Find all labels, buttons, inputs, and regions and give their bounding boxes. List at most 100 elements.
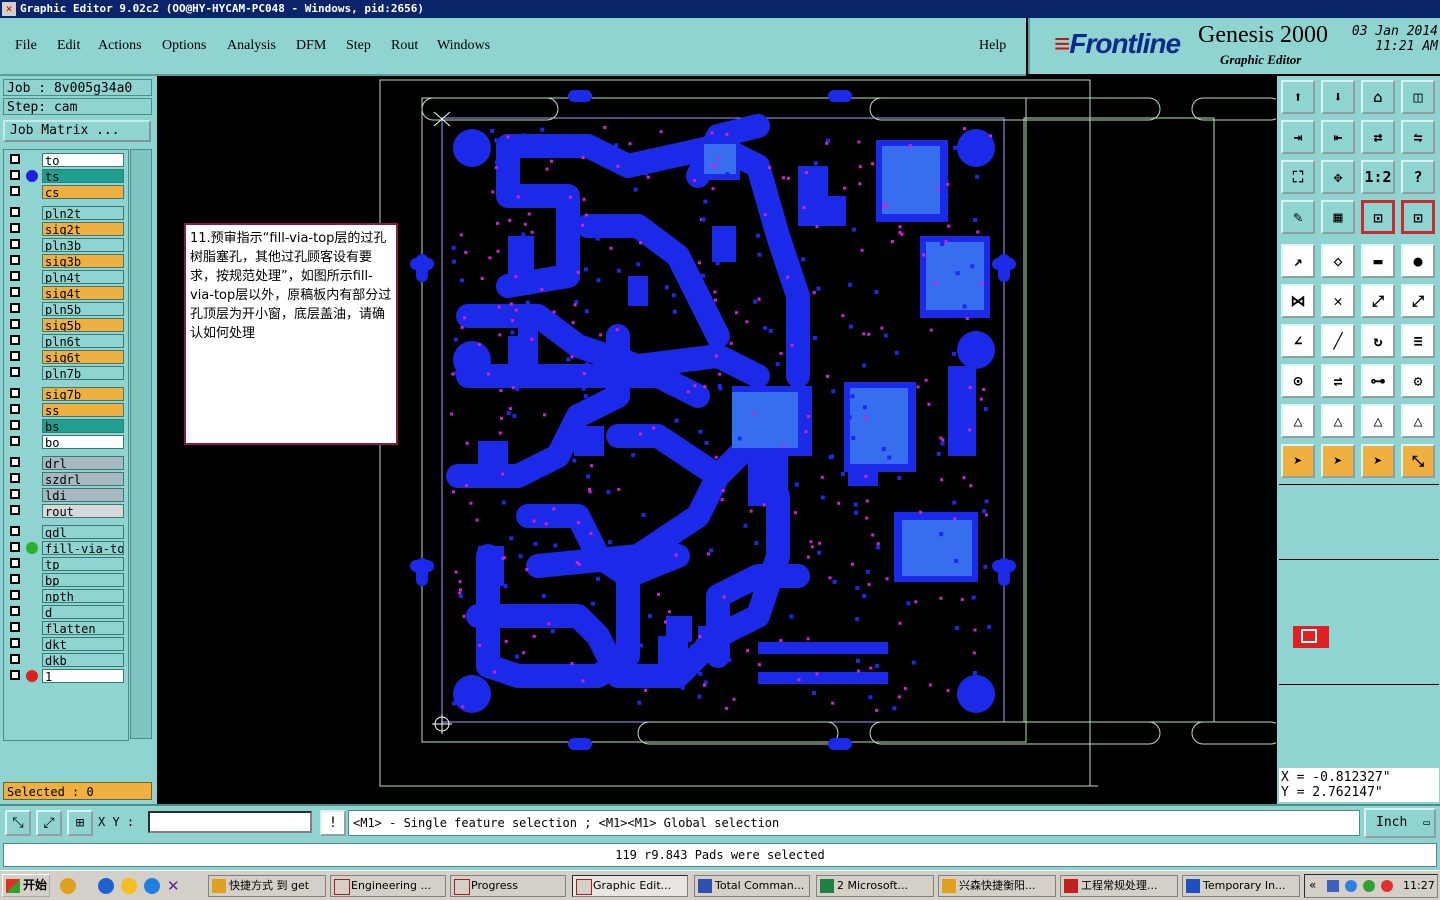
layer-name[interactable]: sig2t [42,222,124,236]
layer-name[interactable]: sig3b [42,254,124,268]
quicklaunch-icon-3[interactable] [121,878,137,894]
warning-icon[interactable]: ! [320,810,346,836]
layer-affected-checkbox[interactable] [10,239,20,249]
layer-row[interactable]: rout [6,504,126,518]
layer-affected-checkbox[interactable] [10,622,20,632]
layer-affected-checkbox[interactable] [10,271,20,281]
panel-icon[interactable]: ◫ [1401,80,1435,114]
layer-affected-checkbox[interactable] [10,654,20,664]
arrow-select-icon[interactable]: ➤ [1281,444,1315,478]
dot-icon[interactable]: ● [1401,244,1435,278]
menu-edit[interactable]: Edit [57,38,80,54]
mirror-icon[interactable]: ⇋ [1401,120,1435,154]
task-engineering[interactable]: Engineering ... [330,875,446,897]
layer-affected-checkbox[interactable] [10,367,20,377]
layer-name[interactable]: pln7b [42,366,124,380]
task-microsoft[interactable]: 2 Microsoft... [816,875,934,897]
layer-name[interactable]: szdrl [42,472,124,486]
fit-screen-icon[interactable]: ⛶ [1281,160,1315,194]
quicklaunch-icon-1[interactable] [60,878,76,894]
layer-name[interactable]: dkt [42,637,124,651]
layer-row[interactable]: pln7b [6,366,126,380]
menu-windows[interactable]: Windows [437,38,490,54]
layer-row[interactable]: szdrl [6,472,126,486]
menu-file[interactable]: File [15,38,37,54]
xy-input[interactable] [148,811,312,833]
task-shortcut[interactable]: 快捷方式 到 get [208,875,326,897]
grid-icon[interactable]: ▦ [1321,200,1355,234]
layer-row[interactable]: dkb [6,653,126,667]
shape-icon[interactable]: ◇ [1321,244,1355,278]
menu-rout[interactable]: Rout [391,38,418,54]
layer-affected-checkbox[interactable] [10,186,20,196]
menu-analysis[interactable]: Analysis [227,38,276,54]
route-icon[interactable]: ⤢ [1361,284,1395,318]
layer-name[interactable]: gdl [42,525,124,539]
triangle-icon[interactable]: △ [1281,404,1315,438]
layer-row[interactable]: ts [6,169,126,183]
quicklaunch-icon-4[interactable] [144,878,160,894]
layer-affected-checkbox[interactable] [10,505,20,515]
scale-icon[interactable]: 1:2 [1361,160,1395,194]
layer-affected-checkbox[interactable] [10,670,20,680]
zoom-fit-button[interactable]: ⤡ [5,810,31,836]
layer-row[interactable]: fill-via-top [6,541,126,555]
layer-affected-checkbox[interactable] [10,255,20,265]
layer-affected-checkbox[interactable] [10,436,20,446]
layer-display-dot[interactable] [26,542,38,554]
layer-name[interactable]: pln2t [42,206,124,220]
layer-row[interactable]: sig5b [6,318,126,332]
job-matrix-button[interactable]: Job Matrix ... [3,120,151,142]
layer-name[interactable]: npth [42,589,124,603]
layer-affected-checkbox[interactable] [10,154,20,164]
layer-name[interactable]: fill-via-top [42,541,124,555]
layer-row[interactable]: d [6,605,126,619]
layer-row[interactable]: 1 [6,669,126,683]
layer-affected-checkbox[interactable] [10,542,20,552]
task-temporary[interactable]: Temporary In... [1182,875,1300,897]
tray-network-icon[interactable] [1327,880,1339,892]
layer-affected-checkbox[interactable] [10,170,20,180]
layer-row[interactable]: pln6t [6,334,126,348]
start-button[interactable]: 开始 [2,874,50,897]
triangle-red-icon[interactable]: △ [1361,404,1395,438]
layer-row[interactable]: drl [6,456,126,470]
menu-options[interactable]: Options [162,38,206,54]
layer-affected-checkbox[interactable] [10,207,20,217]
menu-step[interactable]: Step [346,38,371,54]
layer-affected-checkbox[interactable] [10,319,20,329]
layer-affected-checkbox[interactable] [10,303,20,313]
layer-affected-checkbox[interactable] [10,420,20,430]
layer-name[interactable]: pln5b [42,302,124,316]
layer-name[interactable]: sig7b [42,387,124,401]
layer-row[interactable]: bp [6,573,126,587]
menu-help[interactable]: Help [979,38,1006,54]
layer-name[interactable]: bs [42,419,124,433]
layer-row[interactable]: flatten [6,621,126,635]
quicklaunch-ie-icon[interactable] [98,878,114,894]
layer-row[interactable]: pln2t [6,206,126,220]
tray-chevron-icon[interactable]: « [1309,878,1316,892]
layer-name[interactable]: tp [42,557,124,571]
layer-row[interactable]: ss [6,403,126,417]
layer-row[interactable]: tp [6,557,126,571]
shift-left-icon[interactable]: ⇤ [1321,120,1355,154]
layer-row[interactable]: bs [6,419,126,433]
help-icon[interactable]: ? [1401,160,1435,194]
snap-alt-icon[interactable]: ⊡ [1401,200,1435,234]
layer-affected-checkbox[interactable] [10,223,20,233]
layer-row[interactable]: sig7b [6,387,126,401]
layer-row[interactable]: ldi [6,488,126,502]
layer-name[interactable]: dkb [42,653,124,667]
layer-affected-checkbox[interactable] [10,473,20,483]
layer-affected-checkbox[interactable] [10,351,20,361]
layer-name[interactable]: bp [42,573,124,587]
task-engineering-doc[interactable]: 工程常规处理... [1060,875,1178,897]
layer-affected-checkbox[interactable] [10,457,20,467]
layer-affected-checkbox[interactable] [10,335,20,345]
units-selector[interactable]: Inch ▭ [1364,808,1436,838]
layer-row[interactable]: sig6t [6,350,126,364]
down-arrow-icon[interactable]: ⬇ [1321,80,1355,114]
layer-affected-checkbox[interactable] [10,574,20,584]
grid-snap-button[interactable]: ⊞ [67,810,93,836]
